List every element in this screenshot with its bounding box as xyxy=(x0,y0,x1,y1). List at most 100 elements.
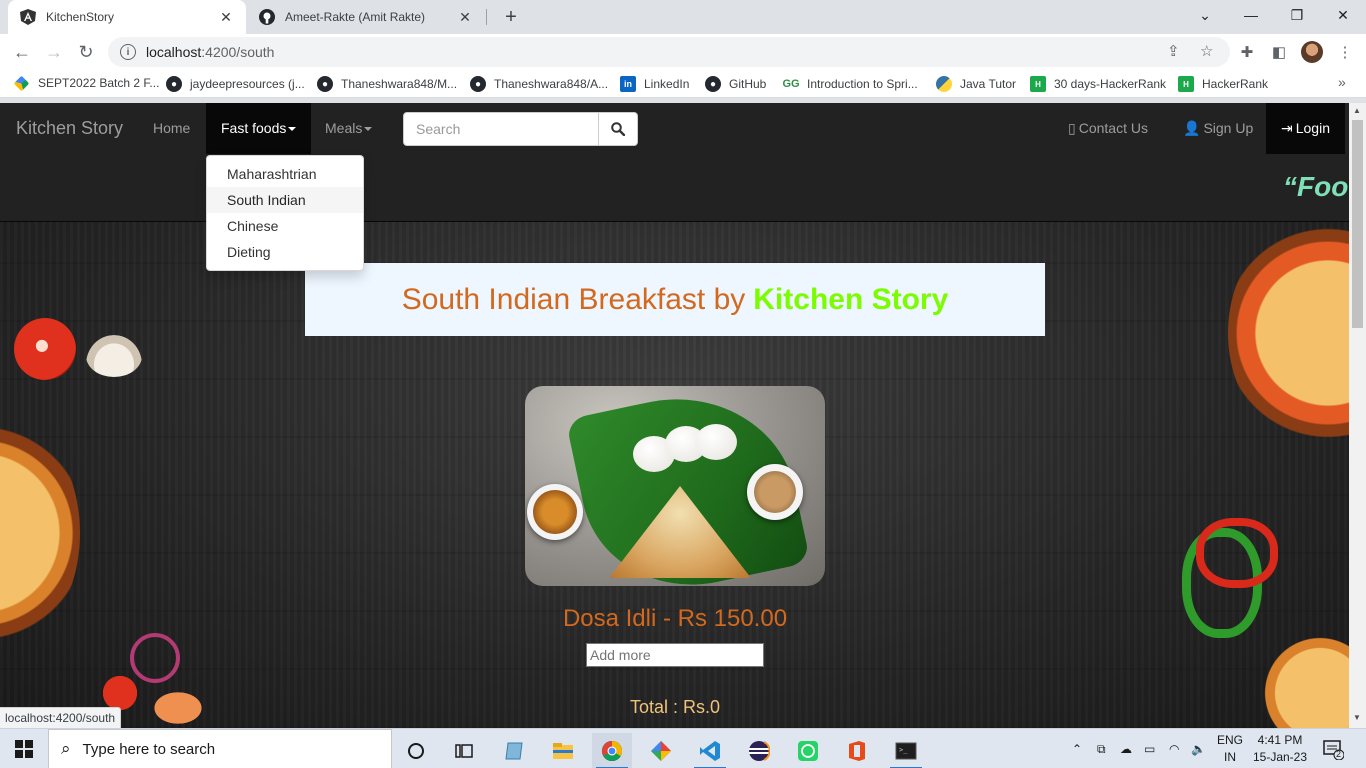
notepad-app-icon[interactable] xyxy=(494,733,534,768)
scroll-down-arrow-icon[interactable]: ▼ xyxy=(1353,713,1361,722)
tab-search-chevron-icon[interactable]: ⌄ xyxy=(1182,0,1228,30)
fast-foods-dropdown: Maharashtrian South Indian Chinese Dieti… xyxy=(206,155,364,271)
bookmark-item[interactable]: ● GitHub xyxy=(705,76,766,92)
mushroom-decoration xyxy=(86,335,142,377)
onedrive-cloud-icon[interactable]: ☁ xyxy=(1120,729,1132,768)
tab-title: Ameet-Rakte (Amit Rakte) xyxy=(285,10,426,24)
battery-icon[interactable]: ▭ xyxy=(1144,729,1155,768)
page-viewport: Kitchen Story Home Fast foods Meals ▯Con… xyxy=(0,103,1349,728)
close-tab-icon[interactable]: ✕ xyxy=(457,9,473,25)
search-icon: ⌕ xyxy=(61,739,71,758)
windows-taskbar: ⌕ Type here to search >_ ⌃ ⧉ ☁ ▭ ◠ 🔈 ENG… xyxy=(0,728,1366,768)
gemini-app-icon[interactable] xyxy=(641,733,681,768)
hackerrank-icon: H xyxy=(1178,76,1194,92)
chrome-app-icon[interactable] xyxy=(592,733,632,768)
extensions-puzzle-icon[interactable]: ✚ xyxy=(1237,42,1257,62)
dosa-idli-image xyxy=(525,386,825,586)
scrollbar-thumb[interactable] xyxy=(1352,120,1363,328)
login-icon: ⇥ xyxy=(1281,120,1293,136)
taskbar-search[interactable]: ⌕ Type here to search xyxy=(48,729,392,768)
start-button[interactable] xyxy=(0,729,48,768)
more-bookmarks-icon[interactable]: » xyxy=(1338,74,1346,90)
heading-text: South Indian Breakfast by xyxy=(401,282,746,316)
github-icon xyxy=(259,9,275,25)
caret-down-icon xyxy=(288,127,297,132)
profile-avatar[interactable] xyxy=(1301,41,1323,63)
chutney-bowl xyxy=(747,464,803,520)
side-panel-icon[interactable]: ◧ xyxy=(1269,42,1289,62)
dropdown-item-chinese[interactable]: Chinese xyxy=(207,213,363,239)
site-info-icon[interactable]: i xyxy=(120,44,136,60)
tab-github[interactable]: Ameet-Rakte (Amit Rakte) ✕ xyxy=(247,0,485,34)
reload-button[interactable]: ↻ xyxy=(72,38,100,66)
bookmark-item[interactable]: GG Introduction to Spri... xyxy=(782,76,917,92)
github-icon: ● xyxy=(166,76,182,92)
system-clock[interactable]: 4:41 PM 15-Jan-23 xyxy=(1252,732,1308,766)
forward-button[interactable]: → xyxy=(40,38,68,66)
bookmark-item[interactable]: SEPT2022 Batch 2 F... xyxy=(13,75,159,91)
nav-home[interactable]: Home xyxy=(138,103,205,154)
google-drive-icon xyxy=(13,75,30,91)
file-explorer-icon[interactable] xyxy=(543,733,583,768)
address-bar[interactable]: i localhost:4200/south xyxy=(108,37,1230,67)
nav-contact-us[interactable]: ▯ Contact Us xyxy=(1053,103,1163,154)
shrimp-decoration xyxy=(148,688,208,728)
dropdown-item-maharashtrian[interactable]: Maharashtrian xyxy=(207,161,363,187)
input-language[interactable]: ENG IN xyxy=(1214,732,1246,766)
page-scrollbar[interactable]: ▲ ▼ xyxy=(1349,103,1366,728)
meet-now-icon[interactable]: ⧉ xyxy=(1097,729,1106,768)
angular-icon xyxy=(20,9,36,25)
brand-link[interactable]: Kitchen Story xyxy=(16,118,123,139)
restore-button[interactable]: ❐ xyxy=(1274,0,1320,30)
scroll-up-arrow-icon[interactable]: ▲ xyxy=(1353,106,1361,115)
eclipse-app-icon[interactable] xyxy=(739,733,779,768)
nav-login[interactable]: ⇥ Login xyxy=(1266,103,1345,154)
bookmark-item[interactable]: ● Thaneshwara848/A... xyxy=(470,76,608,92)
close-tab-icon[interactable]: ✕ xyxy=(218,9,234,25)
clock-date: 15-Jan-23 xyxy=(1252,750,1308,764)
windows-logo-icon xyxy=(15,740,33,758)
bookmark-star-icon[interactable]: ☆ xyxy=(1200,42,1213,60)
order-total: Total : Rs.0 xyxy=(629,697,721,717)
bookmark-item[interactable]: ● Thaneshwara848/M... xyxy=(317,76,457,92)
minimize-button[interactable]: — xyxy=(1228,0,1274,30)
tab-kitchenstory[interactable]: KitchenStory ✕ xyxy=(8,0,246,34)
new-tab-button[interactable]: + xyxy=(499,5,523,29)
pizza-decoration-right xyxy=(1228,213,1349,453)
bookmark-item[interactable]: H HackerRank xyxy=(1178,76,1268,92)
sambar-bowl xyxy=(527,484,583,540)
dropdown-item-south-indian[interactable]: South Indian xyxy=(207,187,363,213)
bookmark-item[interactable]: in LinkedIn xyxy=(620,76,689,92)
nav-sign-up[interactable]: 👤 Sign Up xyxy=(1168,103,1268,154)
close-window-button[interactable]: ✕ xyxy=(1320,0,1366,30)
search-input[interactable] xyxy=(403,112,599,146)
bookmark-item[interactable]: Java Tutor xyxy=(936,76,1016,92)
terminal-app-icon[interactable]: >_ xyxy=(886,733,926,768)
github-icon: ● xyxy=(317,76,333,92)
back-button[interactable]: ← xyxy=(8,38,36,66)
nav-meals[interactable]: Meals xyxy=(310,103,387,154)
share-icon[interactable]: ⇪ xyxy=(1167,42,1180,60)
wifi-icon[interactable]: ◠ xyxy=(1169,729,1179,768)
whatsapp-app-icon[interactable] xyxy=(788,733,828,768)
vscode-app-icon[interactable] xyxy=(690,733,730,768)
site-navbar: Kitchen Story Home Fast foods Meals ▯Con… xyxy=(0,103,1349,222)
browser-menu-icon[interactable]: ⋮ xyxy=(1335,42,1355,62)
bookmark-item[interactable]: H 30 days-HackerRank xyxy=(1030,76,1166,92)
python-icon xyxy=(936,76,952,92)
heading-brand: Kitchen Story xyxy=(753,282,949,316)
cortana-icon[interactable] xyxy=(396,733,436,768)
tab-strip: KitchenStory ✕ Ameet-Rakte (Amit Rakte) … xyxy=(0,0,1366,34)
office-app-icon[interactable] xyxy=(837,733,877,768)
page-heading: South Indian Breakfast by Kitchen Story xyxy=(305,263,1045,336)
task-view-icon[interactable] xyxy=(444,733,484,768)
nav-fast-foods[interactable]: Fast foods xyxy=(206,103,312,154)
search-button[interactable] xyxy=(599,112,638,146)
show-hidden-icons-chevron[interactable]: ⌃ xyxy=(1072,729,1082,768)
volume-icon[interactable]: 🔈 xyxy=(1191,729,1206,768)
notification-center-icon[interactable]: 2 xyxy=(1322,738,1345,761)
bookmark-item[interactable]: ● jaydeepresources (j... xyxy=(166,76,305,92)
quantity-input[interactable] xyxy=(586,643,764,667)
linkedin-icon: in xyxy=(620,76,636,92)
dropdown-item-dieting[interactable]: Dieting xyxy=(207,239,363,265)
